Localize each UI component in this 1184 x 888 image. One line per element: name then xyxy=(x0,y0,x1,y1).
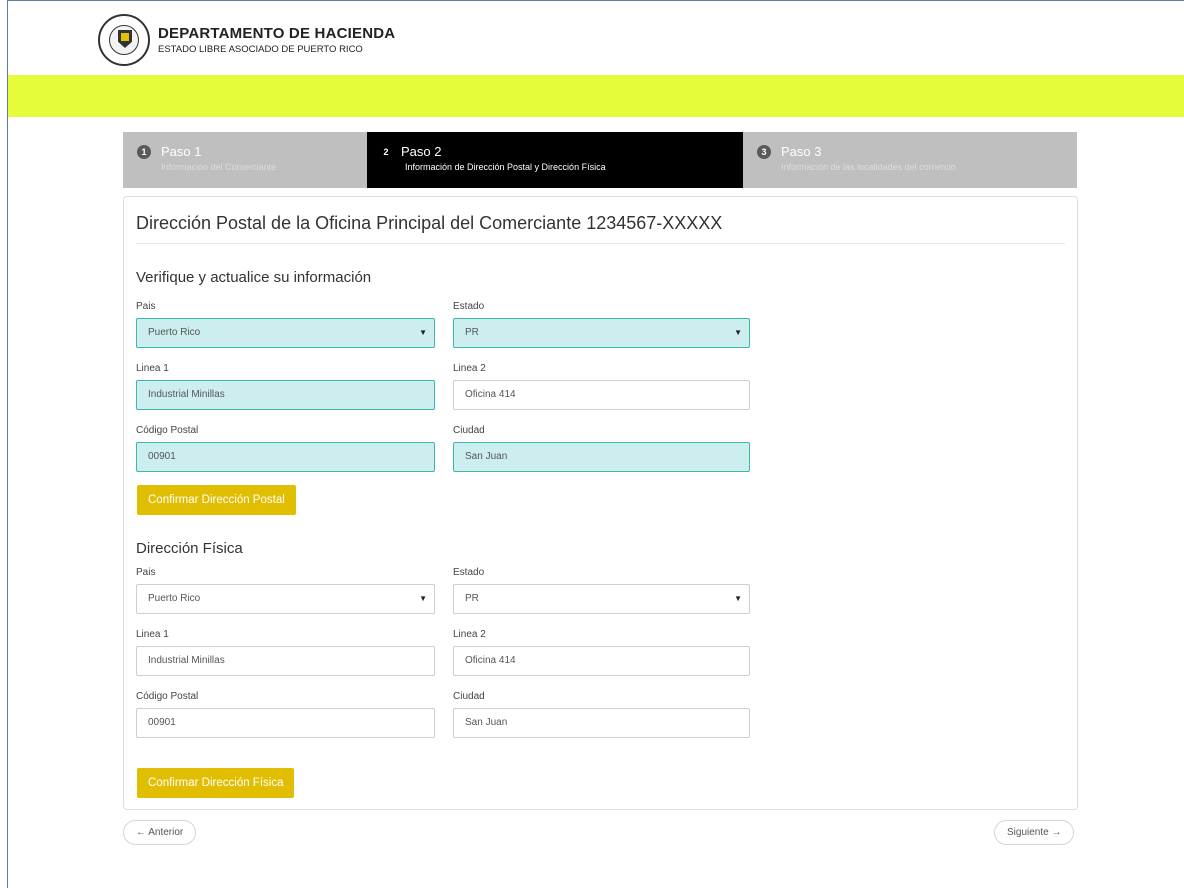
brand-title: DEPARTAMENTO DE HACIENDA xyxy=(158,25,396,42)
postal-linea2-label: Linea 2 xyxy=(453,363,486,374)
select-value: Puerto Rico xyxy=(148,327,201,338)
fisica-estado-label: Estado xyxy=(453,567,485,578)
fisica-codigo-input[interactable]: 00901 xyxy=(136,708,435,738)
fisica-linea1-input[interactable]: Industrial Minillas xyxy=(136,646,435,676)
step-title: Paso 1 xyxy=(161,144,202,159)
step-description: Información del Comerciante xyxy=(161,162,277,172)
brand: DEPARTAMENTO DE HACIENDA ESTADO LIBRE AS… xyxy=(158,25,395,55)
postal-linea2-input[interactable]: Oficina 414 xyxy=(453,380,750,410)
caret-down-icon: ▼ xyxy=(734,594,742,603)
postal-codigo-input[interactable]: 00901 xyxy=(136,442,435,472)
fisica-pais-label: Pais xyxy=(136,567,156,578)
select-value: PR xyxy=(465,593,479,604)
step-description: Información de las localidades del comer… xyxy=(781,162,956,172)
step-title: Paso 2 xyxy=(401,144,442,159)
postal-section-title: Verifique y actualice su información xyxy=(136,269,372,286)
select-value: PR xyxy=(465,327,479,338)
postal-pais-select[interactable]: Puerto Rico ▼ xyxy=(136,318,435,348)
fisica-codigo-label: Código Postal xyxy=(136,691,199,702)
postal-linea1-label: Linea 1 xyxy=(136,363,169,374)
postal-estado-select[interactable]: PR ▼ xyxy=(453,318,750,348)
postal-linea1-input[interactable]: Industrial Minillas xyxy=(136,380,435,410)
divider xyxy=(136,243,1065,244)
page-title: Dirección Postal de la Oficina Principal… xyxy=(136,213,723,233)
fisica-ciudad-label: Ciudad xyxy=(453,691,485,702)
step-number: 1 xyxy=(137,144,151,159)
confirm-postal-button[interactable]: Confirmar Dirección Postal xyxy=(137,485,296,515)
previous-button[interactable]: ← Anterior xyxy=(123,820,197,845)
hacienda-seal-icon xyxy=(98,14,150,66)
step-number: 3 xyxy=(757,144,771,159)
fisica-pais-select[interactable]: Puerto Rico ▼ xyxy=(136,584,435,614)
site-header: DEPARTAMENTO DE HACIENDA ESTADO LIBRE AS… xyxy=(98,14,395,66)
postal-ciudad-input[interactable]: San Juan xyxy=(453,442,750,472)
fisica-estado-select[interactable]: PR ▼ xyxy=(453,584,750,614)
fisica-section-title: Dirección Física xyxy=(136,540,243,557)
postal-pais-label: Pais xyxy=(136,301,156,312)
step-2[interactable]: 2 Paso 2 Información de Dirección Postal… xyxy=(367,132,743,188)
brand-subtitle: ESTADO LIBRE ASOCIADO DE PUERTO RICO xyxy=(158,44,363,55)
next-button[interactable]: Siguiente → xyxy=(994,820,1075,845)
caret-down-icon: ▼ xyxy=(419,328,427,337)
caret-down-icon: ▼ xyxy=(419,594,427,603)
step-description: Información de Dirección Postal y Direcc… xyxy=(405,162,606,172)
fisica-linea2-input[interactable]: Oficina 414 xyxy=(453,646,750,676)
fisica-linea2-label: Linea 2 xyxy=(453,629,486,640)
fisica-linea1-label: Linea 1 xyxy=(136,629,169,640)
fisica-ciudad-input[interactable]: San Juan xyxy=(453,708,750,738)
postal-ciudad-label: Ciudad xyxy=(453,425,485,436)
postal-estado-label: Estado xyxy=(453,301,485,312)
address-panel: Dirección Postal de la Oficina Principal… xyxy=(123,196,1078,810)
caret-down-icon: ▼ xyxy=(734,328,742,337)
accent-band xyxy=(8,75,1184,117)
select-value: Puerto Rico xyxy=(148,593,201,604)
step-1[interactable]: 1 Paso 1 Información del Comerciante xyxy=(123,132,367,188)
step-title: Paso 3 xyxy=(781,144,822,159)
wizard-steps: 1 Paso 1 Información del Comerciante 2 P… xyxy=(123,132,1077,188)
postal-codigo-label: Código Postal xyxy=(136,425,199,436)
step-number: 2 xyxy=(383,146,389,157)
confirm-fisica-button[interactable]: Confirmar Dirección Física xyxy=(137,768,295,798)
step-3[interactable]: 3 Paso 3 Información de las localidades … xyxy=(743,132,1077,188)
